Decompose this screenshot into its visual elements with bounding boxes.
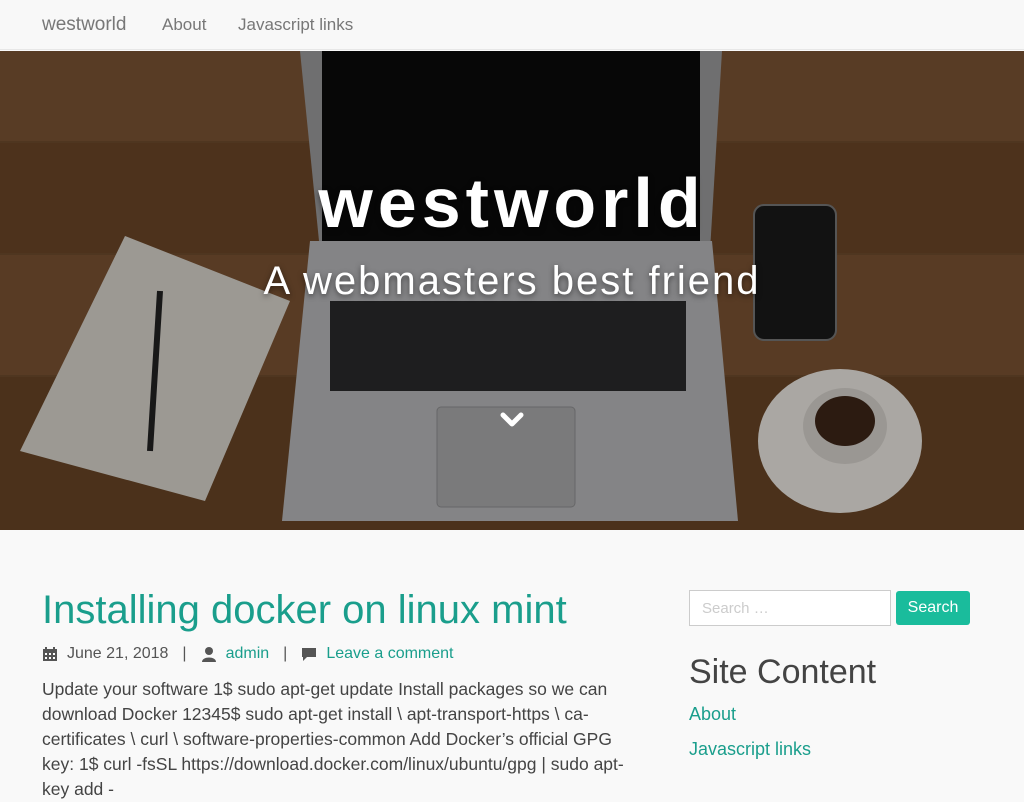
- post-title-link[interactable]: Installing docker on linux mint: [42, 586, 567, 634]
- search-button[interactable]: Search: [896, 591, 970, 625]
- hero-title: westworld: [318, 164, 706, 242]
- hero-tagline: A webmasters best friend: [263, 259, 761, 303]
- post-meta: June 21, 2018 | admin | Leave a comment: [42, 644, 454, 664]
- leave-comment-link[interactable]: Leave a comment: [326, 645, 453, 663]
- hero-banner: westworld A webmasters best friend: [0, 51, 1024, 530]
- post-excerpt: Update your software 1$ sudo apt-get upd…: [42, 679, 624, 799]
- widget-title: Site Content: [689, 653, 877, 691]
- meta-separator: |: [283, 645, 288, 662]
- nav-item-javascript-links[interactable]: Javascript links: [238, 0, 353, 50]
- sidebar-link-javascript-links[interactable]: Javascript links: [689, 739, 811, 760]
- chevron-down-icon[interactable]: [498, 408, 526, 432]
- meta-separator: |: [182, 645, 187, 662]
- site-brand-link[interactable]: westworld: [42, 0, 126, 50]
- sidebar-link-about[interactable]: About: [689, 704, 736, 725]
- nav-item-about[interactable]: About: [162, 0, 206, 50]
- user-icon: [201, 647, 216, 662]
- post-date: June 21, 2018: [67, 645, 169, 662]
- comment-icon: [302, 648, 317, 661]
- top-navbar: westworld About Javascript links: [0, 0, 1024, 50]
- search-input[interactable]: [689, 590, 891, 626]
- post-author-link[interactable]: admin: [226, 645, 270, 663]
- calendar-icon: [43, 647, 57, 661]
